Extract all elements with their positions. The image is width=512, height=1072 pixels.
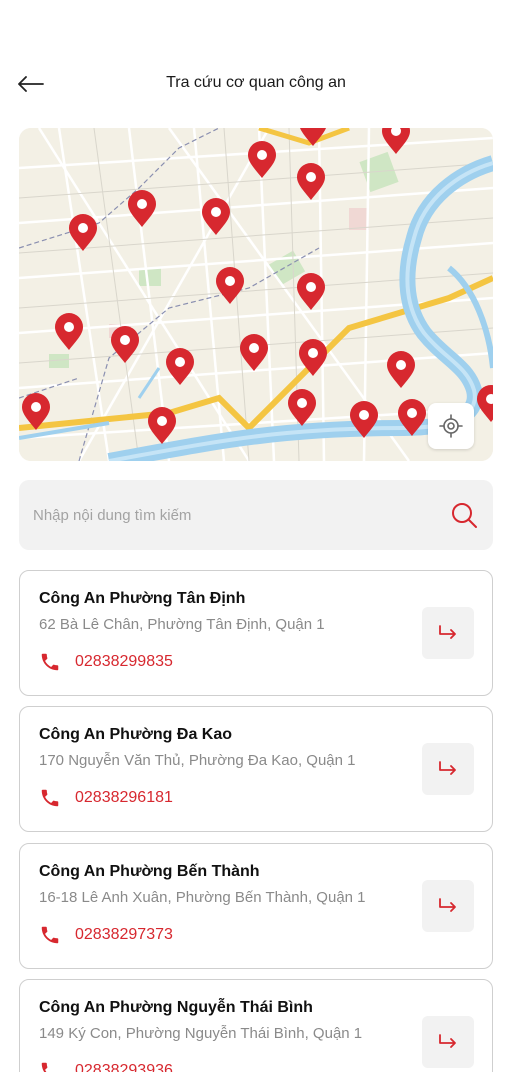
directions-arrow-icon — [439, 625, 456, 639]
station-phone-link[interactable]: 02838299835 — [39, 651, 173, 673]
map-pin-icon[interactable] — [379, 128, 413, 156]
map-pin-icon[interactable] — [213, 266, 247, 306]
map-pin-icon[interactable] — [296, 338, 330, 378]
map-pin-icon[interactable] — [52, 312, 86, 352]
phone-icon — [41, 926, 59, 944]
directions-button[interactable] — [422, 743, 474, 795]
station-address: 149 Ký Con, Phường Nguyễn Thái Bình, Quậ… — [39, 1025, 363, 1042]
station-phone: 02838296181 — [75, 789, 173, 806]
map-pin-icon[interactable] — [474, 384, 493, 424]
directions-arrow-icon — [439, 1034, 456, 1048]
map-pin-icon[interactable] — [199, 197, 233, 237]
map-pin-icon[interactable] — [395, 398, 429, 438]
phone-icon — [41, 653, 59, 671]
search-bar — [19, 480, 493, 550]
station-name: Công An Phường Bến Thành — [39, 863, 260, 880]
station-address: 62 Bà Lê Chân, Phường Tân Định, Quận 1 — [39, 616, 325, 633]
station-phone: 02838297373 — [75, 926, 173, 943]
map-pin-icon[interactable] — [145, 406, 179, 446]
station-address: 16-18 Lê Anh Xuân, Phường Bến Thành, Quậ… — [39, 889, 366, 906]
map-pin-icon[interactable] — [66, 213, 100, 253]
station-phone-link[interactable]: 02838293936 — [39, 1060, 173, 1072]
map-pin-icon[interactable] — [163, 347, 197, 387]
station-name: Công An Phường Tân Định — [39, 590, 246, 607]
crosshair-icon — [439, 414, 463, 438]
station-name: Công An Phường Nguyễn Thái Bình — [39, 999, 313, 1016]
map-pin-icon[interactable] — [125, 189, 159, 229]
map-pin-icon[interactable] — [384, 350, 418, 390]
map-pin-icon[interactable] — [347, 400, 381, 440]
map-pin-icon[interactable] — [294, 162, 328, 202]
search-button[interactable] — [449, 500, 479, 530]
page-title: Tra cứu cơ quan công an — [166, 74, 346, 91]
map-pin-icon[interactable] — [285, 388, 319, 428]
search-input[interactable] — [33, 480, 433, 550]
station-card[interactable]: Công An Phường Bến Thành 16-18 Lê Anh Xuâ… — [19, 843, 493, 969]
header: Tra cứu cơ quan công an — [0, 62, 512, 106]
phone-icon — [41, 1062, 48, 1072]
station-name: Công An Phường Đa Kao — [39, 726, 233, 743]
station-phone-link[interactable]: 02838297373 — [39, 924, 173, 946]
directions-button[interactable] — [422, 607, 474, 659]
map-pin-icon[interactable] — [108, 325, 142, 365]
locate-me-button[interactable] — [428, 403, 474, 449]
map-pin-icon[interactable] — [19, 392, 53, 432]
station-address: 170 Nguyễn Văn Thủ, Phường Đa Kao, Quận … — [39, 752, 356, 769]
map-view[interactable] — [19, 128, 493, 461]
map-pin-icon[interactable] — [296, 128, 330, 148]
directions-button[interactable] — [422, 1016, 474, 1068]
directions-button[interactable] — [422, 880, 474, 932]
station-card[interactable]: Công An Phường Đa Kao 170 Nguyễn Văn Thủ,… — [19, 706, 493, 832]
map-pin-icon[interactable] — [237, 333, 271, 373]
search-icon — [452, 503, 477, 528]
station-phone: 02838293936 — [75, 1062, 173, 1072]
directions-arrow-icon — [439, 898, 456, 912]
map-pin-icon[interactable] — [245, 140, 279, 180]
phone-icon — [41, 789, 59, 807]
map-pin-icon[interactable] — [294, 272, 328, 312]
station-card[interactable]: Công An Phường Tân Định 62 Bà Lê Chân, Ph… — [19, 570, 493, 696]
station-phone: 02838299835 — [75, 653, 173, 670]
directions-arrow-icon — [439, 761, 456, 775]
station-phone-link[interactable]: 02838296181 — [39, 787, 173, 809]
station-card[interactable]: Công An Phường Nguyễn Thái Bình 149 Ký Co… — [19, 979, 493, 1072]
